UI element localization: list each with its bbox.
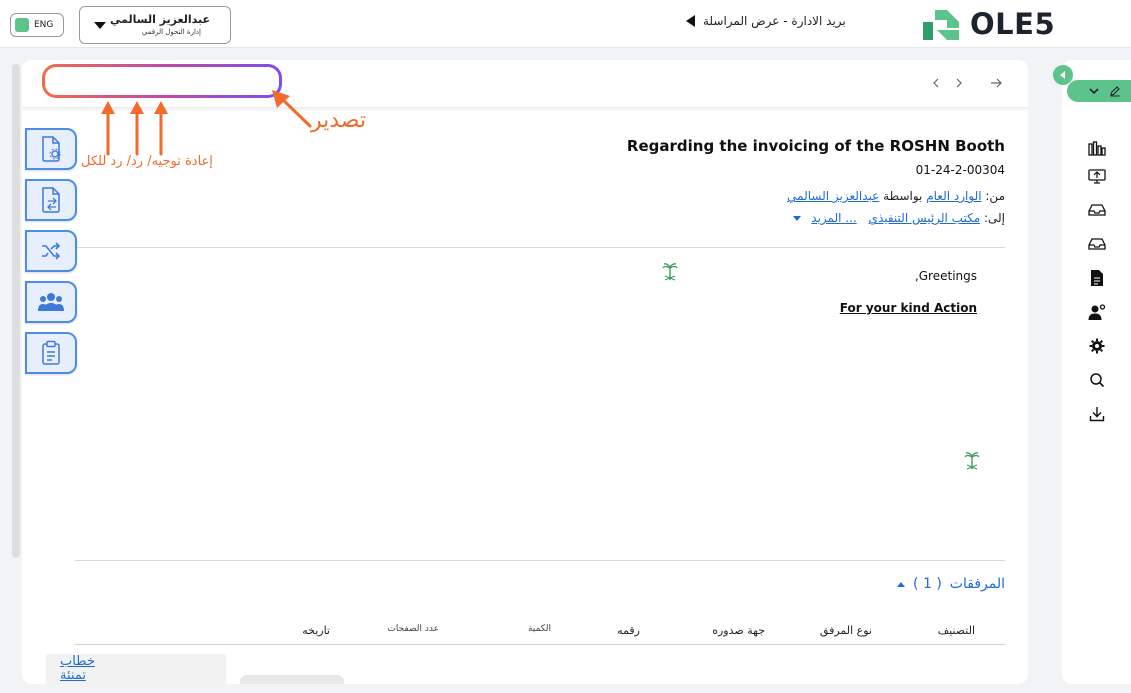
to-label: إلى:: [983, 211, 1005, 225]
back-triangle-icon[interactable]: [686, 15, 695, 27]
caret-down-icon[interactable]: [793, 216, 802, 221]
reference-number: 01-24-2-00304: [915, 163, 1005, 177]
column-header: تاريخه: [302, 624, 330, 637]
breadcrumb-text: بريد الادارة - عرض المراسلة: [703, 14, 846, 28]
attachment-link[interactable]: خطاب تمنئة: [60, 655, 100, 683]
gear-icon[interactable]: [1086, 335, 1108, 357]
chevron-left-icon[interactable]: [926, 73, 946, 93]
shuffle-icon: [42, 242, 61, 260]
star-icon[interactable]: [180, 73, 200, 93]
column-header: رقمه: [617, 624, 640, 637]
chart-bars-icon[interactable]: [1086, 138, 1108, 160]
document-transfer-icon: [42, 187, 60, 213]
attachment-doc-pill: [240, 675, 344, 684]
document-settings-icon: [42, 136, 61, 162]
via-link[interactable]: عبدالعزيز السالمي: [787, 189, 879, 203]
rail-toggle[interactable]: [1067, 80, 1131, 102]
reply-all-icon[interactable]: [90, 73, 110, 93]
breadcrumb: بريد الادارة - عرض المراسلة: [686, 14, 846, 28]
users-group-icon: [38, 293, 64, 311]
to-link[interactable]: مكتب الرئيس التنفيذي: [869, 211, 981, 225]
pencil-icon: [1110, 86, 1120, 97]
divider: [75, 560, 1005, 561]
attachments-title: المرفقات: [949, 576, 1005, 592]
shuffle-button[interactable]: [25, 230, 77, 272]
inbox-icon[interactable]: [1086, 199, 1108, 221]
users-group-button[interactable]: [25, 281, 77, 323]
chevron-right-icon[interactable]: [949, 73, 969, 93]
clipboard-icon: [42, 340, 60, 365]
logo: OLE5: [921, 5, 1061, 43]
column-header: نوع المرفق: [819, 624, 872, 637]
user-name: عبدالعزيز السالمي: [110, 13, 210, 26]
message-toolbar: [22, 60, 1028, 108]
rail-collapse-knob[interactable]: [1053, 65, 1073, 85]
clipboard-button[interactable]: [25, 332, 77, 374]
reply-icon[interactable]: [121, 73, 141, 93]
palm-emblem-icon: [964, 452, 980, 470]
language-toggle[interactable]: ENG: [10, 13, 64, 37]
palm-emblem-icon: [662, 263, 678, 281]
monitor-sync-icon[interactable]: [1086, 165, 1108, 187]
arrow-right-icon[interactable]: [986, 73, 1006, 93]
reply-actions-annotation: إعادة توجيه/ رد/ رد للكل: [81, 154, 213, 169]
language-label: ENG: [34, 20, 54, 30]
document-icon[interactable]: [1086, 267, 1108, 289]
divider: [75, 247, 1005, 248]
user-settings-icon[interactable]: [1086, 301, 1108, 323]
scrollbar[interactable]: [12, 64, 20, 558]
caret-left-icon: [1060, 71, 1065, 79]
logo-text: OLE5: [970, 7, 1056, 41]
attachments-header[interactable]: المرفقات ( 1 ): [897, 576, 1005, 592]
close-icon[interactable]: [60, 73, 80, 93]
caret-up-icon[interactable]: [897, 581, 906, 587]
message-subject: Regarding the invoicing of the ROSHN Boo…: [626, 137, 1005, 155]
download-icon[interactable]: [1086, 403, 1108, 425]
user-menu[interactable]: عبدالعزيز السالمي إدارة التحول الرقمي: [79, 6, 231, 44]
column-header: عدد الصفحات: [387, 624, 439, 634]
language-indicator: [15, 18, 29, 32]
from-label: من:: [985, 189, 1005, 203]
from-line: من: الوارد العام بواسطة عبدالعزيز السالم…: [787, 189, 1005, 203]
top-bar: ENG عبدالعزيز السالمي إدارة التحول الرقم…: [0, 0, 1131, 48]
forward-icon[interactable]: [150, 73, 170, 93]
column-header: جهة صدوره: [712, 624, 765, 637]
attachments-count: ( 1 ): [913, 576, 942, 592]
table-header-divider: [75, 644, 1005, 645]
to-line: إلى: مكتب الرئيس التنفيذي ... المزيد: [793, 211, 1005, 225]
column-header: التصنيف: [937, 624, 975, 637]
export-annotation: تصدير: [311, 108, 367, 133]
more-recipients-link[interactable]: ... المزيد: [811, 211, 856, 225]
chevron-down-icon: [94, 22, 106, 29]
from-link[interactable]: الوارد العام: [926, 189, 981, 203]
chevron-down-icon: [1089, 88, 1099, 95]
body-greeting: ,Greetings: [914, 269, 977, 283]
body-action: For your kind Action: [839, 301, 977, 315]
search-icon[interactable]: [1086, 369, 1108, 391]
document-settings-button[interactable]: [25, 128, 77, 170]
more-vertical-icon[interactable]: [240, 73, 260, 93]
flag-icon[interactable]: [211, 73, 231, 93]
inbox-outline-icon[interactable]: [1086, 233, 1108, 255]
column-header: الكمية: [528, 624, 551, 634]
via-label: بواسطة: [883, 189, 923, 203]
user-department: إدارة التحول الرقمي: [141, 28, 201, 36]
logo-mark-icon: [923, 10, 959, 40]
document-transfer-button[interactable]: [25, 179, 77, 221]
